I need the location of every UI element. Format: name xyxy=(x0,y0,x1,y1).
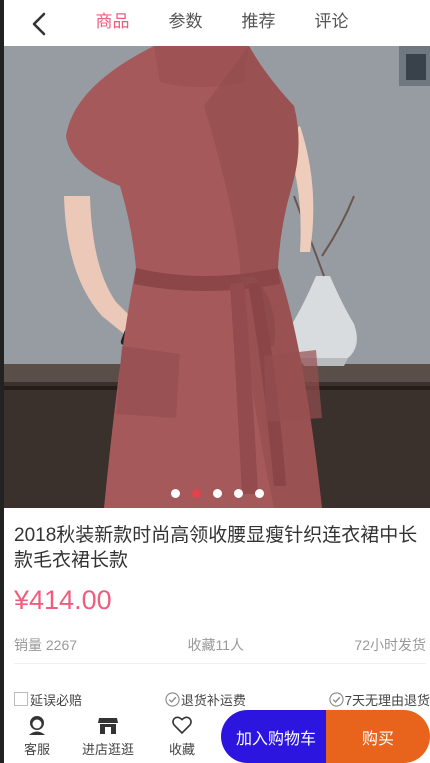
carousel-dot[interactable] xyxy=(254,489,264,498)
tab-bar: 商品 参数 推荐 评论 xyxy=(76,0,368,46)
back-button[interactable] xyxy=(26,10,54,38)
favorite-label: 收藏 xyxy=(169,742,196,757)
guarantee-delay: 延误必赔 xyxy=(14,690,82,709)
add-to-cart-button[interactable]: 加入购物车 xyxy=(221,710,331,763)
check-circle-icon xyxy=(329,691,344,707)
service-guarantees: 延误必赔 退货补运费 7天无理由退货 xyxy=(14,688,430,710)
visit-shop-button[interactable]: 进店逛逛 xyxy=(82,714,134,758)
favorite-button[interactable]: 收藏 xyxy=(169,714,195,758)
product-info: 2018秋装新款时尚高领收腰显瘦针织连衣裙中长款毛衣裙长款 ¥414.00 xyxy=(4,508,430,617)
guarantee-label: 退货补运费 xyxy=(180,692,246,708)
shipping-time: 72小时发货 xyxy=(354,636,426,653)
carousel-dot-active[interactable] xyxy=(191,489,201,498)
chevron-left-icon xyxy=(32,12,46,36)
check-circle-icon xyxy=(165,691,180,707)
shop-icon xyxy=(98,718,118,734)
tab-params[interactable]: 参数 xyxy=(149,0,222,46)
guarantee-label: 7天无理由退货 xyxy=(344,692,430,708)
tab-product[interactable]: 商品 xyxy=(76,0,149,46)
product-price: ¥414.00 xyxy=(14,585,112,615)
carousel-indicators xyxy=(4,489,430,498)
product-stats: 销量 2267 收藏11人 72小时发货 xyxy=(14,626,426,664)
customer-service-label: 客服 xyxy=(24,742,51,757)
product-image-carousel[interactable] xyxy=(4,46,430,508)
buy-now-button[interactable]: 购买 xyxy=(326,710,430,763)
product-detail-page: 商品 参数 推荐 评论 2018秋装新款时尚高领收腰显瘦针织连衣裙中长款毛衣裙长… xyxy=(0,0,430,763)
carousel-dot[interactable] xyxy=(233,489,243,498)
favorite-count: 收藏11人 xyxy=(187,636,244,653)
tab-recommend[interactable]: 推荐 xyxy=(222,0,295,46)
tab-reviews[interactable]: 评论 xyxy=(295,0,368,46)
product-title: 2018秋装新款时尚高领收腰显瘦针织连衣裙中长款毛衣裙长款 xyxy=(14,525,418,571)
guarantee-7day-return: 7天无理由退货 xyxy=(329,690,430,709)
customer-service-icon xyxy=(29,716,45,735)
heart-icon xyxy=(172,716,192,735)
sales-count: 销量 2267 xyxy=(14,636,78,653)
visit-shop-label: 进店逛逛 xyxy=(82,742,135,757)
guarantee-return-shipping: 退货补运费 xyxy=(165,690,246,709)
guarantee-label: 延误必赔 xyxy=(30,692,83,708)
checkbox-icon xyxy=(14,692,28,706)
product-photo xyxy=(4,46,430,508)
customer-service-button[interactable]: 客服 xyxy=(24,714,50,758)
top-nav: 商品 参数 推荐 评论 xyxy=(4,0,430,46)
carousel-dot[interactable] xyxy=(212,489,222,498)
bottom-action-bar: 客服 进店逛逛 收藏 加入购物车 购买 xyxy=(4,710,430,763)
carousel-dot[interactable] xyxy=(170,489,180,498)
